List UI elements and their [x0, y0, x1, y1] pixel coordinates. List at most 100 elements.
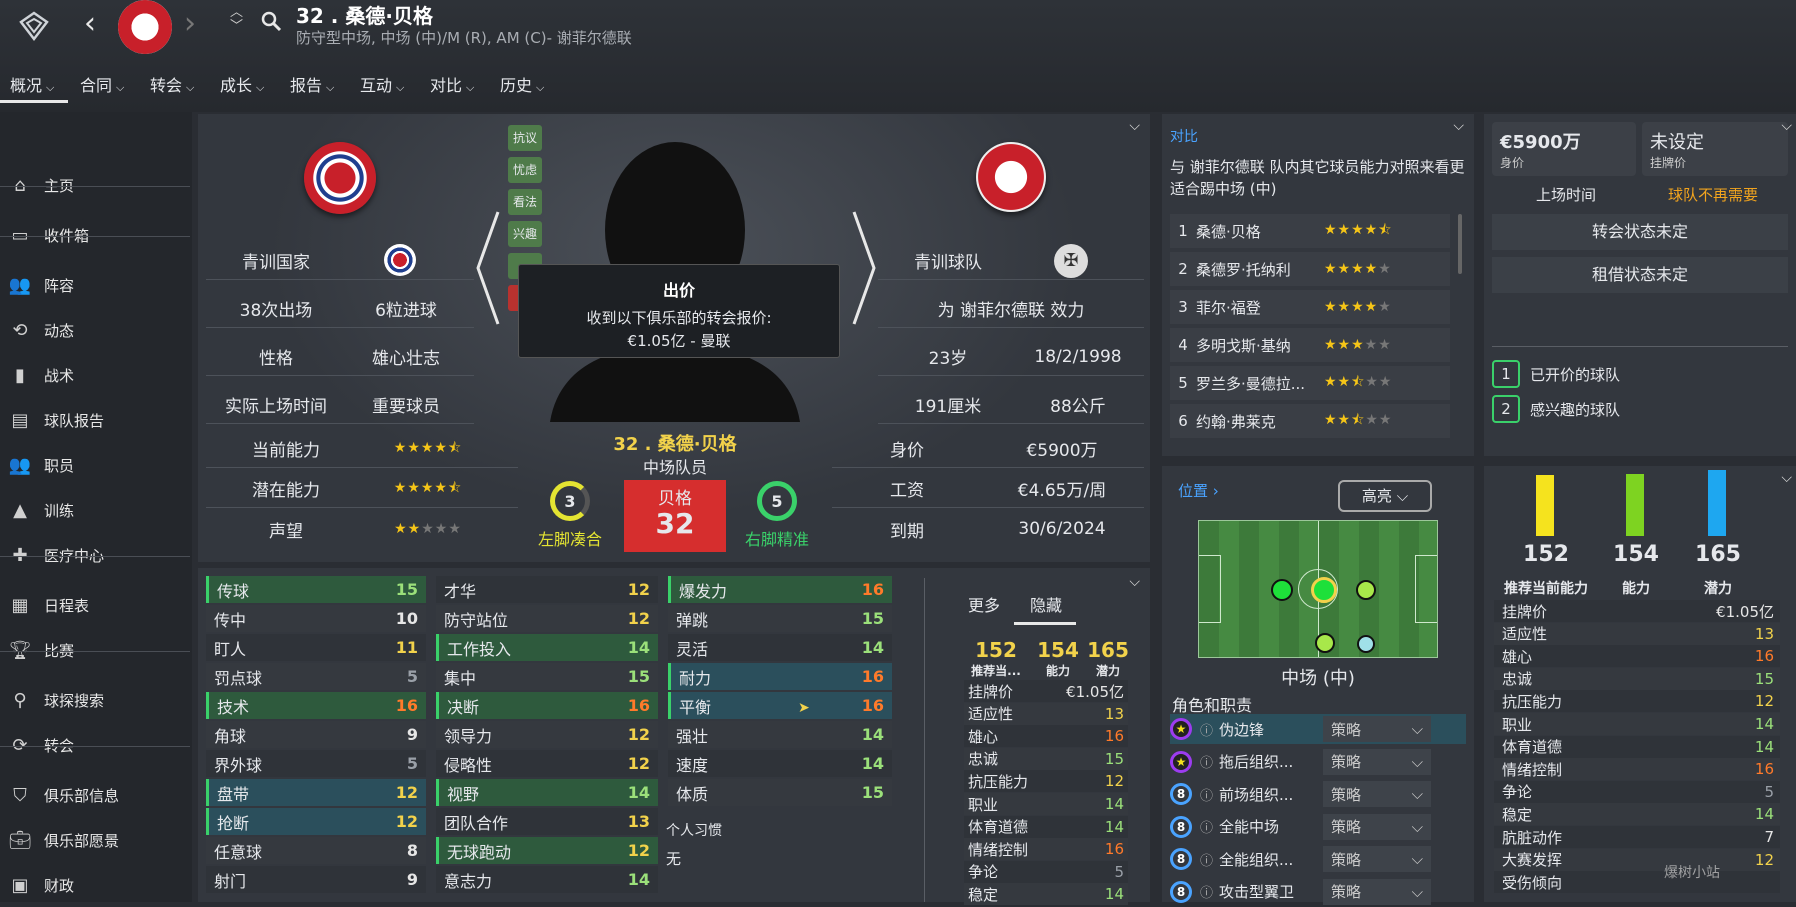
sidebar-item-team-report[interactable]: ▤ 球队报告: [0, 399, 190, 441]
tab-transfer[interactable]: 转会 ⌵: [150, 72, 194, 96]
tab-hidden[interactable]: 隐藏: [1030, 592, 1062, 616]
tag-concern[interactable]: 忧虑: [508, 157, 542, 183]
tag-interest[interactable]: 兴趣: [508, 221, 542, 247]
attribute-row[interactable]: 团队合作 13: [436, 808, 658, 835]
attribute-row[interactable]: 集中 15: [436, 663, 658, 690]
role-row[interactable]: 8 ⓘ 前场组织... 策略 ⌵: [1170, 779, 1466, 809]
nation-flag-small-icon[interactable]: [384, 244, 416, 276]
forward-arrow-icon[interactable]: ›: [184, 6, 196, 41]
attribute-row[interactable]: 速度 14: [668, 750, 892, 777]
sidebar-item-finances[interactable]: ▣ 财政: [0, 864, 190, 906]
attribute-row[interactable]: 视野 14: [436, 779, 658, 806]
role-row[interactable]: 8 ⓘ 全能组织... 策略 ⌵: [1170, 844, 1466, 874]
info-icon[interactable]: ⓘ: [1200, 752, 1213, 771]
attribute-row[interactable]: 平衡 16: [668, 692, 892, 719]
interested-clubs[interactable]: 2 感兴趣的球队: [1492, 395, 1620, 423]
panel-menu-chevron-icon[interactable]: ⌵: [1453, 118, 1464, 134]
attribute-row[interactable]: 才华 12: [436, 576, 658, 603]
role-duty-select[interactable]: 策略 ⌵: [1323, 813, 1432, 840]
attribute-row[interactable]: 弹跳 15: [668, 605, 892, 632]
attribute-row[interactable]: 技术 16: [206, 692, 426, 719]
next-player-chevron-icon[interactable]: [850, 208, 878, 332]
attribute-row[interactable]: 传球 15: [206, 576, 426, 603]
sidebar-item-club-info[interactable]: ⛉ 俱乐部信息: [0, 774, 190, 816]
sidebar-item-scouting[interactable]: ⚲ 球探搜索: [0, 679, 190, 721]
sidebar-item-inbox[interactable]: ▭ 收件箱: [0, 214, 190, 256]
loan-status-button[interactable]: 租借状态未定: [1492, 257, 1788, 293]
offer-popup[interactable]: 出价 收到以下俱乐部的转会报价: €1.05亿 - 曼联: [518, 264, 840, 358]
compare-title[interactable]: 对比: [1170, 126, 1198, 146]
sidebar-item-competitions[interactable]: 🏆︎ 比赛: [0, 629, 190, 671]
sidebar-item-squad[interactable]: 👥 阵容: [0, 264, 190, 306]
position-dot[interactable]: [1357, 635, 1375, 653]
tab-history[interactable]: 历史 ⌵: [500, 72, 544, 96]
attribute-row[interactable]: 抢断 12: [206, 808, 426, 835]
transfer-status-button[interactable]: 转会状态未定: [1492, 214, 1788, 250]
panel-menu-chevron-icon[interactable]: ⌵: [1781, 470, 1792, 486]
panel-menu-chevron-icon[interactable]: ⌵: [1129, 574, 1140, 590]
position-title[interactable]: 位置 ›: [1178, 480, 1219, 501]
tab-overview[interactable]: 概况 ⌵: [10, 72, 54, 96]
sidebar-item-training[interactable]: ▲ 训练: [0, 489, 190, 531]
tab-interaction[interactable]: 互动 ⌵: [360, 72, 404, 96]
list-item[interactable]: 6 约翰·弗莱克 ★★⯪★★: [1170, 404, 1450, 438]
attribute-row[interactable]: 领导力 12: [436, 721, 658, 748]
sidebar-item-transfers[interactable]: ⟳ 转会: [0, 724, 190, 766]
info-icon[interactable]: ⓘ: [1200, 817, 1213, 836]
attribute-row[interactable]: 体质 15: [668, 779, 892, 806]
game-logo-icon[interactable]: [18, 10, 50, 42]
attribute-row[interactable]: 灵活 14: [668, 634, 892, 661]
attribute-row[interactable]: 工作投入 14: [436, 634, 658, 661]
role-row[interactable]: 8 ⓘ 全能中场 策略 ⌵: [1170, 812, 1466, 842]
back-arrow-icon[interactable]: ‹: [84, 6, 96, 41]
role-row[interactable]: ★ ⓘ 拖后组织... 策略 ⌵: [1170, 747, 1466, 777]
sidebar-item-home[interactable]: ⌂ 主页: [0, 164, 190, 206]
attribute-row[interactable]: 意志力 14: [436, 866, 658, 893]
attribute-row[interactable]: 盘带 12: [206, 779, 426, 806]
attribute-row[interactable]: 传中 10: [206, 605, 426, 632]
list-item[interactable]: 2 桑德罗·托纳利 ★★★★★: [1170, 252, 1450, 286]
attribute-row[interactable]: 爆发力 16: [668, 576, 892, 603]
role-duty-select[interactable]: 策略 ⌵: [1323, 846, 1432, 872]
attribute-row[interactable]: 侵略性 12: [436, 750, 658, 777]
info-icon[interactable]: ⓘ: [1200, 785, 1213, 804]
role-duty-select[interactable]: 策略 ⌵: [1323, 878, 1432, 905]
sidebar-item-schedule[interactable]: ▦ 日程表: [0, 584, 190, 626]
panel-menu-chevron-icon[interactable]: ⌵: [1781, 118, 1792, 134]
role-row[interactable]: 8 ⓘ 攻击型翼卫 策略 ⌵: [1170, 877, 1466, 907]
list-item[interactable]: 3 菲尔·福登 ★★★★★: [1170, 290, 1450, 324]
prev-player-chevron-icon[interactable]: [474, 208, 502, 332]
tab-compare[interactable]: 对比 ⌵: [430, 72, 474, 96]
position-dot-primary[interactable]: [1311, 577, 1337, 603]
tab-more[interactable]: 更多: [968, 592, 1000, 616]
sidebar-item-tactics[interactable]: ▮ 战术: [0, 354, 190, 396]
position-dot[interactable]: [1356, 580, 1376, 600]
attribute-row[interactable]: 强壮 14: [668, 721, 892, 748]
attribute-row[interactable]: 界外球 5: [206, 750, 426, 777]
sidebar-item-dynamics[interactable]: ⟲ 动态: [0, 309, 190, 351]
attribute-row[interactable]: 角球 9: [206, 721, 426, 748]
sidebar-item-medical[interactable]: ✚ 医疗中心: [0, 534, 190, 576]
attribute-row[interactable]: 任意球 8: [206, 837, 426, 864]
offered-clubs[interactable]: 1 已开价的球队: [1492, 360, 1620, 388]
compare-scrollbar[interactable]: [1458, 214, 1462, 274]
role-duty-select[interactable]: 策略 ⌵: [1323, 748, 1432, 775]
sidebar-item-staff[interactable]: 👥 职员: [0, 444, 190, 486]
panel-menu-chevron-icon[interactable]: ⌵: [1129, 118, 1140, 134]
tab-development[interactable]: 成长 ⌵: [220, 72, 264, 96]
attribute-row[interactable]: 盯人 11: [206, 634, 426, 661]
search-icon[interactable]: [260, 10, 282, 36]
info-icon[interactable]: ⓘ: [1200, 720, 1213, 739]
asking-price-box[interactable]: 未设定 挂牌价: [1642, 122, 1788, 176]
attribute-row[interactable]: 罚点球 5: [206, 663, 426, 690]
attribute-row[interactable]: 耐力 16: [668, 663, 892, 690]
tab-contract[interactable]: 合同 ⌵: [80, 72, 124, 96]
attribute-row[interactable]: 防守站位 12: [436, 605, 658, 632]
list-item[interactable]: 5 罗兰多·曼德拉... ★★⯪★★: [1170, 366, 1450, 400]
up-down-icon[interactable]: ︿ ﹀: [230, 6, 243, 34]
position-dot[interactable]: [1271, 579, 1293, 601]
attribute-row[interactable]: 射门 9: [206, 866, 426, 893]
role-duty-select[interactable]: 策略 ⌵: [1323, 781, 1432, 807]
position-dot[interactable]: [1315, 633, 1335, 653]
tag-opinion[interactable]: 看法: [508, 189, 542, 215]
